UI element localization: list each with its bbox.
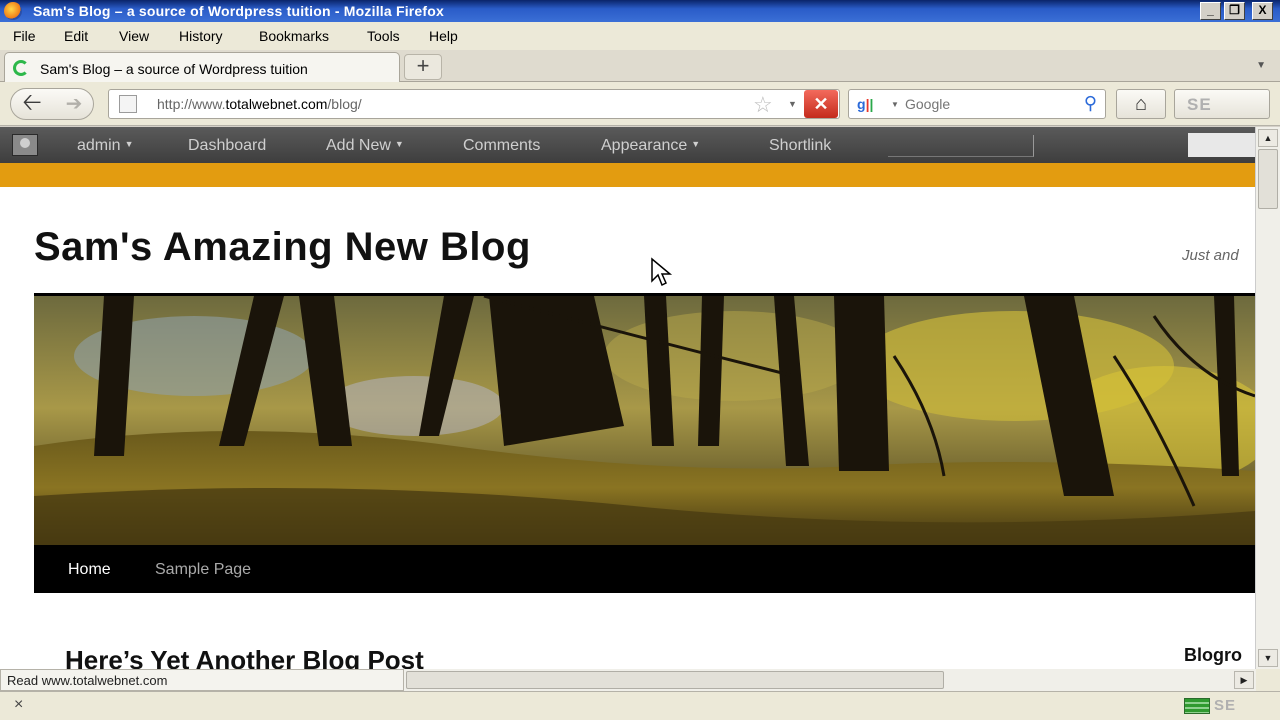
stop-button[interactable]: ✕: [804, 90, 838, 118]
pagerank-icon[interactable]: [1184, 698, 1210, 714]
url-prefix: http://www.: [157, 96, 226, 112]
menu-tools[interactable]: Tools: [367, 28, 400, 44]
page-icon: [119, 95, 137, 113]
scroll-down-icon[interactable]: ▼: [1258, 649, 1278, 667]
new-tab-button[interactable]: +: [404, 54, 442, 80]
addon-bar: × SE: [0, 691, 1280, 720]
header-image: [34, 293, 1255, 545]
url-bar[interactable]: http://www.totalwebnet.com/blog/ ☆ ▼: [108, 89, 840, 119]
admin-bar-account-label: admin: [77, 137, 121, 154]
admin-bar-appearance[interactable]: Appearance ▼: [601, 137, 700, 155]
status-row: Read www.totalwebnet.com ▶: [0, 669, 1280, 691]
forward-button[interactable]: ➔: [59, 93, 89, 115]
blog-navigation: Home Sample Page: [34, 545, 1255, 593]
chevron-down-icon: ▼: [691, 139, 701, 149]
seo-status-icon[interactable]: SE: [1214, 697, 1236, 714]
back-button[interactable]: 🡠: [13, 91, 51, 117]
url-path: /blog/: [327, 96, 362, 112]
url-text[interactable]: http://www.totalwebnet.com/blog/: [157, 96, 362, 112]
close-window-button[interactable]: X: [1252, 2, 1273, 20]
admin-bar-dashboard[interactable]: Dashboard: [188, 137, 266, 155]
menu-history[interactable]: History: [179, 28, 223, 44]
vertical-scrollbar[interactable]: ▲ ▼: [1255, 127, 1280, 669]
nav-home[interactable]: Home: [68, 561, 111, 579]
menu-bookmarks[interactable]: Bookmarks: [259, 28, 329, 44]
admin-bar-account[interactable]: admin ▼: [77, 137, 134, 155]
admin-bar-add-new[interactable]: Add New ▼: [326, 137, 404, 155]
bookmark-star-icon[interactable]: ☆: [753, 92, 773, 118]
page-viewport: admin ▼ Dashboard Add New ▼ Comments Appea…: [0, 127, 1255, 669]
home-button[interactable]: ⌂: [1116, 89, 1166, 119]
menu-view[interactable]: View: [119, 28, 149, 44]
menu-bar: File Edit View History Bookmarks Tools H…: [0, 22, 1280, 50]
url-dropdown-icon[interactable]: ▼: [788, 99, 797, 109]
mouse-cursor-icon: [651, 257, 673, 287]
menu-file[interactable]: File: [13, 28, 36, 44]
tab-strip: Sam's Blog – a source of Wordpress tuiti…: [0, 50, 1280, 82]
admin-bar-search-field[interactable]: [1188, 133, 1255, 157]
back-forward-group: 🡠 ➔: [10, 88, 94, 120]
search-bar[interactable]: g|| ▼ ⚲: [848, 89, 1106, 119]
accent-bar: [0, 163, 1255, 187]
menu-edit[interactable]: Edit: [64, 28, 88, 44]
scrollbar-thumb[interactable]: [1258, 149, 1278, 209]
status-text: Read www.totalwebnet.com: [7, 673, 168, 688]
chevron-down-icon: ▼: [394, 139, 404, 149]
horizontal-scrollbar-thumb[interactable]: [406, 671, 944, 689]
admin-bar-add-new-label: Add New: [326, 137, 391, 154]
navigation-toolbar: 🡠 ➔ http://www.totalwebnet.com/blog/ ☆ ▼…: [0, 82, 1280, 126]
search-icon[interactable]: ⚲: [1084, 93, 1097, 114]
tab-list-icon[interactable]: ▼: [1256, 60, 1266, 71]
horizontal-scrollbar[interactable]: ▶: [404, 669, 1256, 691]
seo-label: SE: [1187, 95, 1212, 114]
scroll-right-icon[interactable]: ▶: [1234, 671, 1254, 689]
window-title-bar: Sam's Blog – a source of Wordpress tuiti…: [0, 0, 1280, 22]
seo-toolbar-button[interactable]: SE: [1174, 89, 1270, 119]
admin-bar-comments[interactable]: Comments: [463, 137, 540, 155]
url-domain: totalwebnet.com: [225, 96, 328, 112]
firefox-icon: [4, 2, 22, 20]
scroll-up-icon[interactable]: ▲: [1258, 129, 1278, 147]
restore-button[interactable]: ❐: [1224, 2, 1245, 20]
chevron-down-icon: ▼: [124, 139, 134, 149]
search-engine-dropdown-icon[interactable]: ▼: [891, 100, 899, 109]
menu-help[interactable]: Help: [429, 28, 458, 44]
admin-bar-appearance-label: Appearance: [601, 137, 688, 154]
search-input[interactable]: [905, 94, 1065, 114]
google-icon[interactable]: g||: [857, 96, 881, 114]
wp-admin-bar: admin ▼ Dashboard Add New ▼ Comments Appea…: [0, 127, 1255, 163]
minimize-button[interactable]: _: [1200, 2, 1221, 20]
status-bar: Read www.totalwebnet.com: [0, 669, 404, 691]
user-avatar[interactable]: [12, 134, 38, 156]
post-title[interactable]: Here’s Yet Another Blog Post: [65, 645, 424, 669]
tab-label: Sam's Blog – a source of Wordpress tuiti…: [40, 61, 308, 77]
site-title[interactable]: Sam's Amazing New Blog: [34, 225, 531, 270]
tab-active[interactable]: Sam's Blog – a source of Wordpress tuiti…: [4, 52, 400, 82]
nav-sample-page[interactable]: Sample Page: [155, 561, 251, 579]
admin-bar-shortlink[interactable]: Shortlink: [769, 137, 831, 155]
sidebar-widget-title: Blogro: [1184, 645, 1242, 665]
close-addon-bar-icon[interactable]: ×: [14, 696, 23, 714]
admin-bar-search[interactable]: [888, 135, 1034, 157]
window-title: Sam's Blog – a source of Wordpress tuiti…: [33, 3, 445, 19]
site-description: Just and: [1182, 247, 1239, 264]
loading-spinner-icon: [13, 60, 29, 76]
